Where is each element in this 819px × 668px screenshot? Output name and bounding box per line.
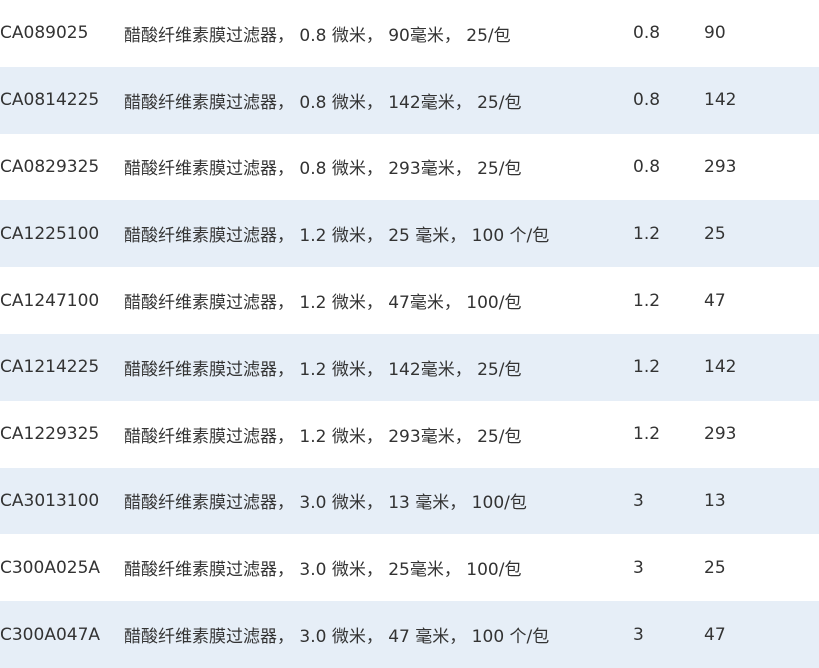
diameter-cell: 142 bbox=[704, 90, 737, 111]
product-code-cell: CA1247100 bbox=[0, 290, 100, 311]
diameter-cell: 90 bbox=[704, 23, 726, 44]
product-description-cell: 醋酸纤维素膜过滤器， 3.0 微米， 47 毫米， 100 个/包 bbox=[124, 627, 550, 648]
product-table: CA089025 醋酸纤维素膜过滤器， 0.8 微米， 90毫米， 25/包 0… bbox=[0, 0, 819, 668]
product-code-cell: CA089025 bbox=[0, 23, 89, 44]
pore-size-cell: 0.8 bbox=[633, 23, 661, 44]
product-code-cell: CA1229325 bbox=[0, 424, 100, 445]
table-row: CA1214225 醋酸纤维素膜过滤器， 1.2 微米， 142毫米， 25/包… bbox=[0, 333, 819, 401]
product-description-cell: 醋酸纤维素膜过滤器， 1.2 微米， 293毫米， 25/包 bbox=[124, 426, 522, 447]
diameter-cell: 13 bbox=[704, 490, 726, 511]
pore-size-cell: 3 bbox=[633, 624, 644, 645]
product-code-cell: CA1214225 bbox=[0, 357, 100, 378]
table-row: CA0829325 醋酸纤维素膜过滤器， 0.8 微米， 293毫米， 25/包… bbox=[0, 134, 819, 201]
pore-size-cell: 1.2 bbox=[633, 424, 661, 445]
product-description-cell: 醋酸纤维素膜过滤器， 0.8 微米， 142毫米， 25/包 bbox=[124, 92, 522, 113]
product-code-cell: CA0829325 bbox=[0, 156, 100, 177]
diameter-cell: 25 bbox=[704, 557, 726, 578]
diameter-cell: 293 bbox=[704, 424, 737, 445]
table-row: CA0814225 醋酸纤维素膜过滤器， 0.8 微米， 142毫米， 25/包… bbox=[0, 66, 819, 134]
pore-size-cell: 1.2 bbox=[633, 223, 661, 244]
pore-size-cell: 1.2 bbox=[633, 290, 661, 311]
product-description-cell: 醋酸纤维素膜过滤器， 1.2 微米， 142毫米， 25/包 bbox=[124, 359, 522, 380]
table-row: C300A025A 醋酸纤维素膜过滤器， 3.0 微米， 25毫米， 100/包… bbox=[0, 534, 819, 601]
pore-size-cell: 3 bbox=[633, 490, 644, 511]
product-description-cell: 醋酸纤维素膜过滤器， 3.0 微米， 13 毫米， 100/包 bbox=[124, 493, 527, 514]
table-row: CA1229325 醋酸纤维素膜过滤器， 1.2 微米， 293毫米， 25/包… bbox=[0, 401, 819, 468]
product-code-cell: CA3013100 bbox=[0, 490, 100, 511]
table-row: CA089025 醋酸纤维素膜过滤器， 0.8 微米， 90毫米， 25/包 0… bbox=[0, 0, 819, 67]
diameter-cell: 25 bbox=[704, 223, 726, 244]
product-code-cell: C300A047A bbox=[0, 624, 101, 645]
product-description-cell: 醋酸纤维素膜过滤器， 1.2 微米， 47毫米， 100/包 bbox=[124, 293, 522, 314]
product-description-cell: 醋酸纤维素膜过滤器， 0.8 微米， 90毫米， 25/包 bbox=[124, 25, 511, 46]
product-table-body: CA089025 醋酸纤维素膜过滤器， 0.8 微米， 90毫米， 25/包 0… bbox=[0, 0, 819, 668]
diameter-cell: 47 bbox=[704, 290, 726, 311]
product-code-cell: CA0814225 bbox=[0, 90, 100, 111]
pore-size-cell: 0.8 bbox=[633, 156, 661, 177]
product-code-cell: CA1225100 bbox=[0, 223, 100, 244]
product-description-cell: 醋酸纤维素膜过滤器， 1.2 微米， 25 毫米， 100 个/包 bbox=[124, 226, 550, 247]
diameter-cell: 293 bbox=[704, 156, 737, 177]
product-code-cell: C300A025A bbox=[0, 557, 101, 578]
table-row: CA3013100 醋酸纤维素膜过滤器， 3.0 微米， 13 毫米， 100/… bbox=[0, 467, 819, 535]
pore-size-cell: 0.8 bbox=[633, 90, 661, 111]
pore-size-cell: 1.2 bbox=[633, 357, 661, 378]
pore-size-cell: 3 bbox=[633, 557, 644, 578]
table-row: C300A047A 醋酸纤维素膜过滤器， 3.0 微米， 47 毫米， 100 … bbox=[0, 601, 819, 668]
product-description-cell: 醋酸纤维素膜过滤器， 3.0 微米， 25毫米， 100/包 bbox=[124, 560, 522, 581]
table-row: CA1247100 醋酸纤维素膜过滤器， 1.2 微米， 47毫米， 100/包… bbox=[0, 267, 819, 334]
diameter-cell: 142 bbox=[704, 357, 737, 378]
table-row: CA1225100 醋酸纤维素膜过滤器， 1.2 微米， 25 毫米， 100 … bbox=[0, 200, 819, 268]
product-description-cell: 醋酸纤维素膜过滤器， 0.8 微米， 293毫米， 25/包 bbox=[124, 159, 522, 180]
diameter-cell: 47 bbox=[704, 624, 726, 645]
